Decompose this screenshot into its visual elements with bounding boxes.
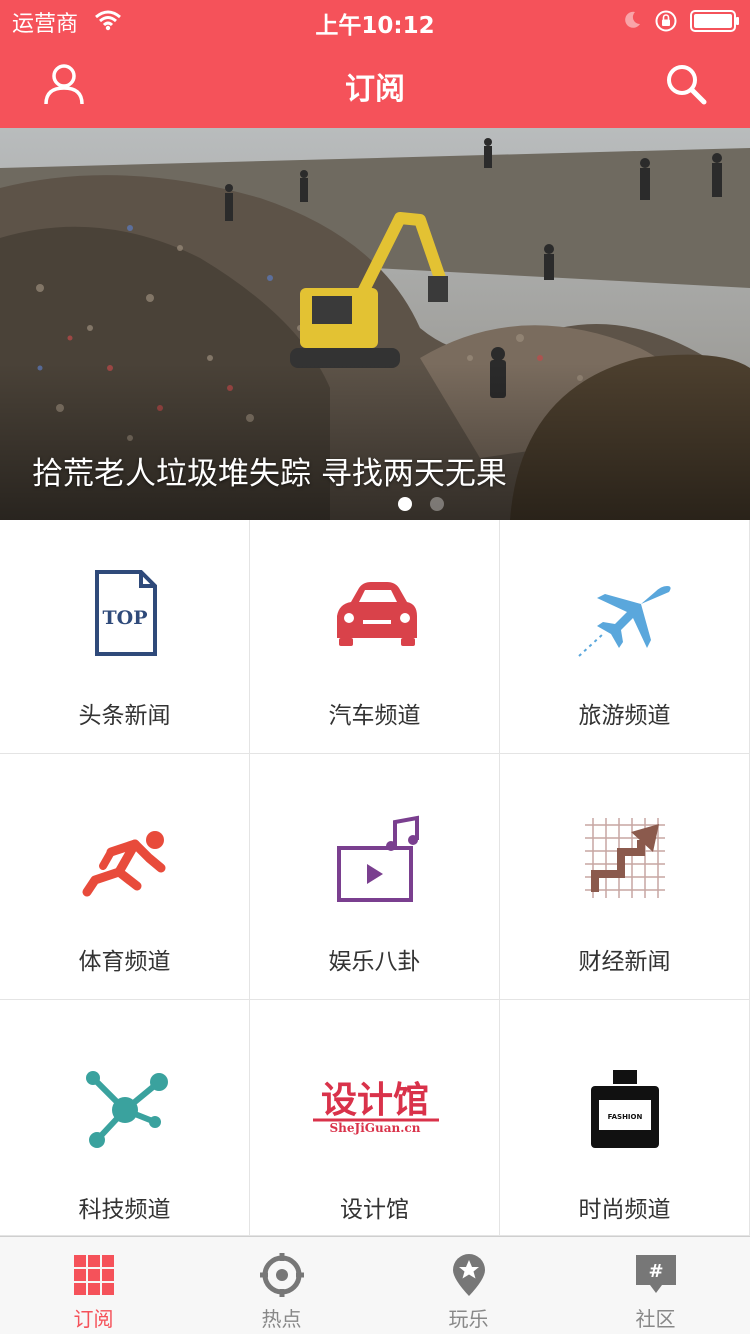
svg-text:TOP: TOP	[103, 607, 148, 629]
star-pin-icon	[453, 1254, 485, 1296]
channel-label: 汽车频道	[328, 703, 421, 729]
hash-bubble-icon: #	[636, 1255, 676, 1293]
channel-grid: TOP 头条新闻 汽车频道 旅游频道 体育频道 娱乐八卦 财经新闻 科技频道 设…	[0, 520, 750, 1236]
channel-sports[interactable]: 体育频道	[0, 754, 250, 1000]
battery-icon	[690, 10, 739, 32]
channel-entertainment[interactable]: 娱乐八卦	[250, 754, 500, 1000]
svg-text:#: #	[648, 1261, 663, 1282]
network-icon	[86, 1071, 168, 1148]
tab-subscribe[interactable]: 订阅	[0, 1237, 187, 1334]
tab-bar: 订阅 热点 玩乐 # 社区	[0, 1236, 750, 1334]
channel-label: 体育频道	[78, 949, 171, 975]
rotation-lock-icon	[655, 10, 677, 32]
grid-icon	[74, 1255, 114, 1295]
top-bar: 运营商 上午10:12 订阅	[0, 0, 750, 128]
channel-design[interactable]: 设计馆 SheJiGuan.cn 设计馆	[250, 1000, 500, 1236]
tab-label: 玩乐	[448, 1307, 489, 1331]
channel-label: 旅游频道	[578, 703, 671, 729]
moon-icon	[625, 11, 640, 28]
airplane-icon	[578, 586, 671, 657]
tab-label: 热点	[261, 1307, 302, 1331]
channel-label: 设计馆	[340, 1197, 409, 1223]
svg-text:FASHION: FASHION	[608, 1113, 643, 1121]
channel-car[interactable]: 汽车频道	[250, 520, 500, 754]
tab-community[interactable]: # 社区	[562, 1237, 749, 1334]
channel-label: 财经新闻	[578, 949, 671, 975]
channel-label: 科技频道	[78, 1197, 171, 1223]
runner-icon	[82, 831, 166, 897]
page-dot	[430, 497, 444, 511]
page-dot-active	[398, 497, 412, 511]
channel-travel[interactable]: 旅游频道	[500, 520, 750, 754]
tab-label: 社区	[635, 1307, 676, 1331]
channel-label: 时尚频道	[578, 1197, 671, 1223]
navigation-bar: 订阅	[0, 40, 750, 128]
svg-text:SheJiGuan.cn: SheJiGuan.cn	[330, 1121, 421, 1135]
banner-page-indicator	[398, 496, 462, 515]
tab-play[interactable]: 玩乐	[375, 1237, 562, 1334]
sheji-logo-icon: 设计馆 SheJiGuan.cn	[313, 1080, 439, 1135]
top-news-icon: TOP	[95, 570, 157, 656]
target-icon	[260, 1253, 304, 1297]
channel-top-news[interactable]: TOP 头条新闻	[0, 520, 250, 754]
page-title: 订阅	[345, 72, 405, 107]
channel-label: 头条新闻	[78, 703, 171, 729]
search-icon[interactable]	[662, 60, 710, 108]
channel-label: 娱乐八卦	[328, 949, 421, 975]
headline-banner[interactable]: 拾荒老人垃圾堆失踪 寻找两天无果	[0, 128, 750, 520]
channel-tech[interactable]: 科技频道	[0, 1000, 250, 1236]
tab-hot[interactable]: 热点	[188, 1237, 375, 1334]
finance-chart-icon	[585, 818, 665, 898]
video-music-icon	[337, 815, 419, 902]
channel-fashion[interactable]: FASHION 时尚频道	[500, 1000, 750, 1236]
svg-text:设计馆: 设计馆	[321, 1080, 429, 1121]
car-icon	[337, 582, 417, 646]
perfume-icon: FASHION	[591, 1070, 659, 1148]
banner-caption: 拾荒老人垃圾堆失踪 寻找两天无果	[32, 456, 507, 492]
channel-finance[interactable]: 财经新闻	[500, 754, 750, 1000]
status-bar: 运营商 上午10:12	[0, 0, 750, 40]
tab-label: 订阅	[73, 1307, 114, 1331]
